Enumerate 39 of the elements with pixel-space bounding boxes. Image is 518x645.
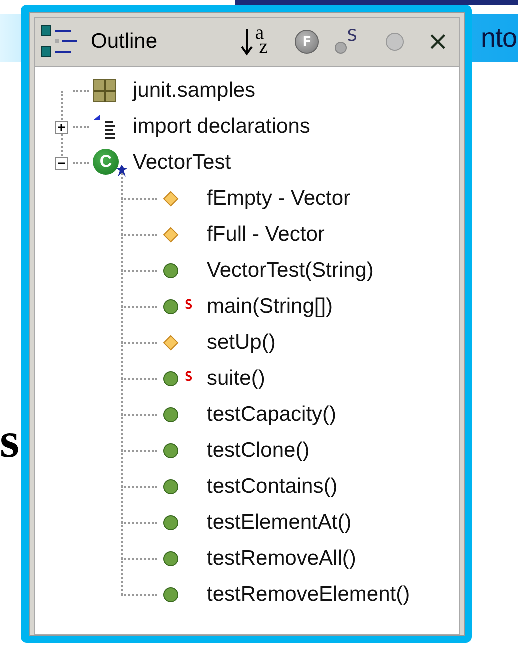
view-title[interactable]: Outline bbox=[91, 30, 158, 54]
circle-icon bbox=[163, 551, 179, 567]
tree-item[interactable]: testRemoveElement() bbox=[207, 583, 410, 607]
tree-item[interactable]: fEmpty - Vector bbox=[207, 187, 351, 211]
diamond-icon bbox=[163, 227, 179, 243]
circle-icon bbox=[163, 299, 179, 315]
diamond-icon bbox=[163, 335, 179, 351]
tree-item[interactable]: testElementAt() bbox=[207, 511, 352, 535]
circle-icon bbox=[163, 587, 179, 603]
slide-heading-fragment: nto bbox=[480, 22, 518, 54]
circle-icon bbox=[163, 515, 179, 531]
tree-item[interactable]: import declarations bbox=[133, 115, 310, 139]
tree-item[interactable]: main(String[]) bbox=[207, 295, 334, 319]
tree-item[interactable]: setUp() bbox=[207, 331, 276, 355]
tree-item[interactable]: fFull - Vector bbox=[207, 223, 325, 247]
slide-text-fragment: s bbox=[0, 412, 20, 468]
circle-icon bbox=[163, 263, 179, 279]
tree-item[interactable]: testContains() bbox=[207, 475, 338, 499]
expand-toggle[interactable] bbox=[55, 156, 68, 170]
hide-static-button[interactable]: S bbox=[333, 28, 364, 56]
circle-icon bbox=[163, 371, 179, 387]
tree-item[interactable]: junit.samples bbox=[133, 79, 256, 103]
tree-item[interactable]: VectorTest(String) bbox=[207, 259, 374, 283]
circle-icon bbox=[163, 479, 179, 495]
tree-item[interactable]: testClone() bbox=[207, 439, 310, 463]
circle-icon bbox=[163, 407, 179, 423]
down-arrow-icon bbox=[241, 28, 254, 56]
static-marker: S bbox=[185, 370, 193, 385]
tree-item[interactable]: suite() bbox=[207, 367, 266, 391]
tree-item[interactable]: testRemoveAll() bbox=[207, 547, 356, 571]
tree-item[interactable]: VectorTest bbox=[133, 151, 232, 175]
diamond-icon bbox=[163, 191, 179, 207]
sort-button[interactable]: a z bbox=[241, 26, 278, 58]
expand-toggle[interactable] bbox=[55, 120, 68, 134]
close-button[interactable]: × bbox=[427, 27, 449, 57]
static-marker: S bbox=[185, 298, 193, 313]
tree-item[interactable]: testCapacity() bbox=[207, 403, 337, 427]
circle-icon bbox=[163, 443, 179, 459]
package-icon bbox=[93, 79, 117, 103]
